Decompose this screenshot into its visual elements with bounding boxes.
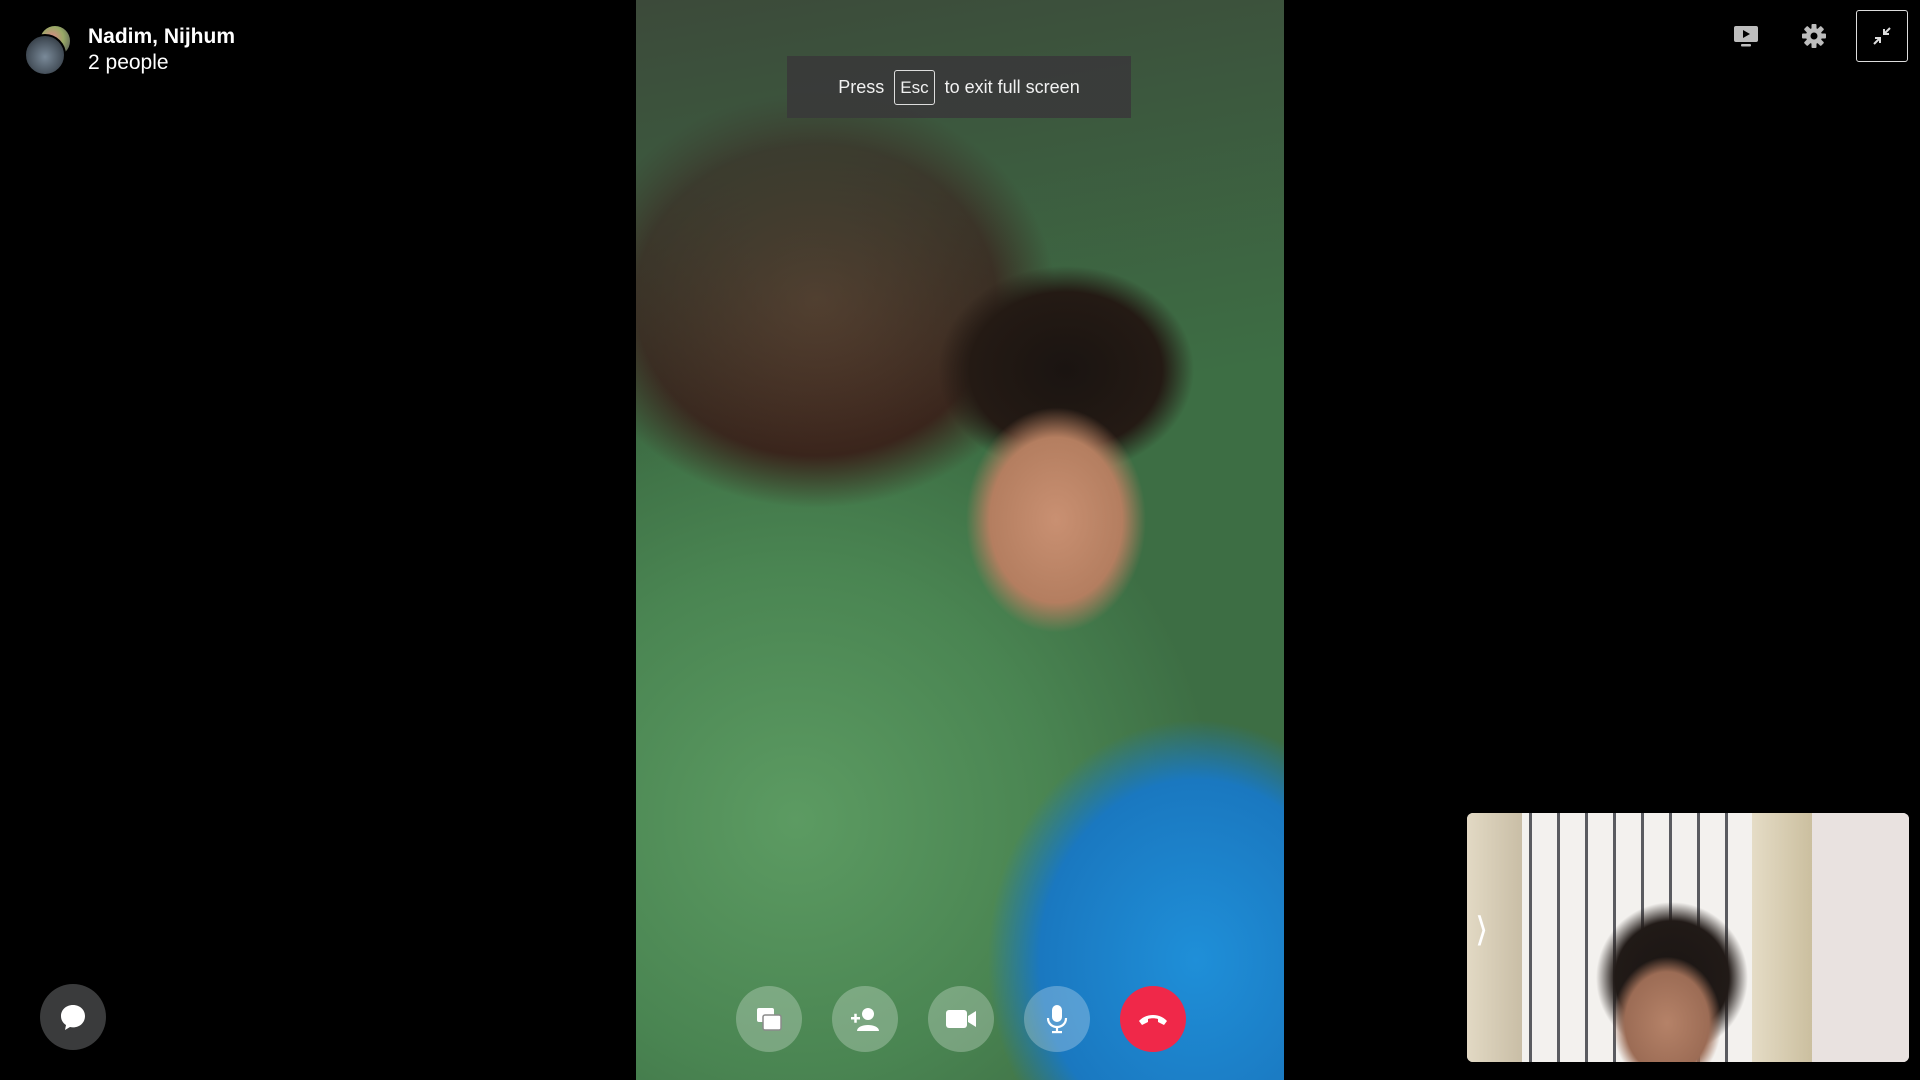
remote-video	[636, 0, 1284, 1080]
call-title: Nadim, Nijhum	[88, 25, 236, 48]
gear-icon	[1802, 24, 1826, 48]
settings-button[interactable]	[1788, 10, 1840, 62]
add-person-button[interactable]	[832, 986, 898, 1052]
self-view-wall	[1812, 813, 1909, 1062]
exit-fullscreen-icon	[1873, 27, 1891, 45]
chat-button[interactable]	[40, 984, 106, 1050]
end-call-button[interactable]	[1120, 986, 1186, 1052]
share-screen-icon	[757, 1008, 782, 1031]
call-header: Nadim, Nijhum 2 people	[24, 24, 235, 77]
avatar-primary	[24, 34, 66, 77]
self-view-curtain-right	[1752, 813, 1812, 1062]
top-controls	[1720, 10, 1908, 62]
screen-share-icon	[1734, 26, 1758, 47]
video-toggle-button[interactable]	[928, 986, 994, 1052]
group-avatar	[24, 24, 72, 77]
participant-count: 2 people	[88, 51, 169, 75]
call-controls	[736, 986, 1186, 1052]
share-screen-button[interactable]	[736, 986, 802, 1052]
add-person-icon	[851, 1008, 879, 1031]
screen-share-button[interactable]	[1720, 10, 1772, 62]
chat-bubble-icon	[61, 1005, 85, 1030]
microphone-button[interactable]	[1024, 986, 1090, 1052]
exit-fullscreen-button[interactable]	[1856, 10, 1908, 62]
collapse-self-view-icon[interactable]: ⟩	[1475, 913, 1488, 947]
toast-rest-text: to exit full screen	[944, 76, 1080, 97]
fullscreen-toast: Press Esc to exit full screen	[787, 56, 1131, 118]
toast-press-text: Press	[838, 76, 885, 97]
end-call-icon	[1139, 1015, 1167, 1025]
video-camera-icon	[946, 1010, 976, 1028]
microphone-icon	[1046, 1005, 1068, 1034]
esc-key-label: Esc	[894, 69, 935, 105]
self-view-video[interactable]: ⟩	[1467, 813, 1909, 1062]
